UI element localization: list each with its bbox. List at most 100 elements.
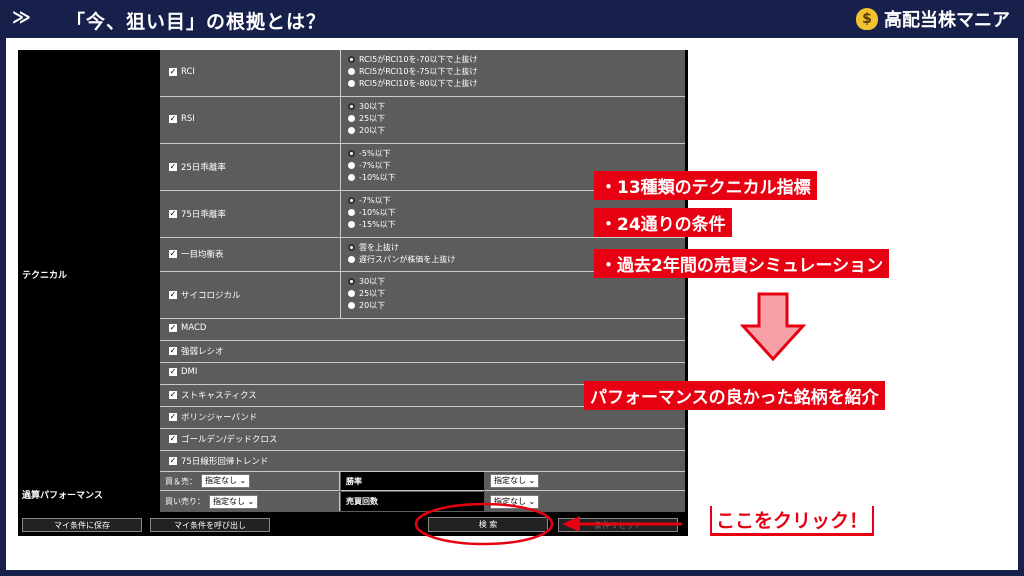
radio-button-icon[interactable] <box>348 102 355 110</box>
indicator-checkbox[interactable]: ✓ ストキャスティクス <box>169 389 257 401</box>
checkmark-icon[interactable]: ✓ <box>169 391 177 399</box>
indicator-label: ボリンジャーバンド <box>181 413 258 423</box>
indicator-label: ゴールデン/デッドクロス <box>181 435 278 445</box>
checkmark-icon[interactable]: ✓ <box>169 457 177 465</box>
indicator-options: RCI5がRCI10を-70以下で上抜け RCI5がRCI10を-75以下で上抜け… <box>348 53 478 89</box>
radio-button-icon[interactable] <box>348 255 355 263</box>
indicator-row: ✓ MACD <box>160 319 685 341</box>
radio-button-icon[interactable] <box>348 196 355 204</box>
radio-option[interactable]: 20以下 <box>348 299 385 311</box>
indicator-row: ✓ サイコロジカル 30以下 25以下 20以下 <box>160 272 685 319</box>
load-conditions-button[interactable]: マイ条件を呼び出し <box>150 518 270 532</box>
buy-sell-select[interactable]: 指定なし ⌄ <box>201 474 251 488</box>
indicator-checkbox[interactable]: ✓ 強弱レシオ <box>169 345 224 357</box>
radio-option[interactable]: -7%以下 <box>348 159 396 171</box>
win-rate-select[interactable]: 指定なし ⌄ <box>490 474 540 488</box>
radio-button-icon[interactable] <box>348 173 355 181</box>
indicator-checkbox[interactable]: ✓ ボリンジャーバンド <box>169 411 257 423</box>
radio-button-icon[interactable] <box>348 55 355 63</box>
checkmark-icon[interactable]: ✓ <box>169 163 177 171</box>
indicator-checkbox[interactable]: ✓ 75日線形回帰トレンド <box>169 455 268 467</box>
section-title-technical: テクニカル <box>22 271 68 281</box>
indicator-options: 30以下 25以下 20以下 <box>348 275 385 311</box>
radio-option[interactable]: -10%以下 <box>348 171 396 183</box>
row-divider <box>340 272 341 318</box>
radio-option-label: -7%以下 <box>359 160 391 170</box>
radio-option[interactable]: RCI5がRCI10を-80以下で上抜け <box>348 77 478 89</box>
radio-button-icon[interactable] <box>348 243 355 251</box>
radio-option-label: RCI5がRCI10を-70以下で上抜け <box>359 54 478 64</box>
indicator-checkbox[interactable]: ✓ 25日乖離率 <box>169 161 226 173</box>
radio-button-icon[interactable] <box>348 289 355 297</box>
checkmark-icon[interactable]: ✓ <box>169 250 177 258</box>
radio-button-icon[interactable] <box>348 277 355 285</box>
radio-button-icon[interactable] <box>348 161 355 169</box>
radio-option-label: -10%以下 <box>359 172 396 182</box>
money-bag-icon: $ <box>856 8 878 30</box>
radio-option[interactable]: RCI5がRCI10を-75以下で上抜け <box>348 65 478 77</box>
buy-select[interactable]: 指定なし ⌄ <box>209 494 259 509</box>
indicator-checkbox[interactable]: ✓ RCI <box>169 67 195 77</box>
annotation-bullet-3: ・過去2年間の売買シミュレーション <box>594 249 890 278</box>
radio-option[interactable]: 25以下 <box>348 112 385 124</box>
indicator-options: -7%以下 -10%以下 -15%以下 <box>348 194 396 230</box>
radio-option-label: -10%以下 <box>359 207 396 217</box>
save-conditions-button[interactable]: マイ条件に保存 <box>22 518 142 532</box>
indicator-row: ✓ RSI 30以下 25以下 20以下 <box>160 97 685 144</box>
brand-name: 高配当株マニア <box>884 10 1010 31</box>
radio-option[interactable]: -10%以下 <box>348 206 396 218</box>
indicator-label: RCI <box>181 67 195 77</box>
indicator-checkbox[interactable]: ✓ 75日乖離率 <box>169 208 226 220</box>
indicator-checkbox[interactable]: ✓ ゴールデン/デッドクロス <box>169 433 277 445</box>
radio-option[interactable]: 遅行スパンが株価を上抜け <box>348 253 455 265</box>
indicator-checkbox[interactable]: ✓ サイコロジカル <box>169 289 241 301</box>
slide-body: テクニカル 過算パフォーマンス ✓ RCI RCI5がRCI10を-70以下で上抜け… <box>6 38 1018 570</box>
checkmark-icon[interactable]: ✓ <box>169 347 177 355</box>
radio-option[interactable]: 25以下 <box>348 287 385 299</box>
screening-form: テクニカル 過算パフォーマンス ✓ RCI RCI5がRCI10を-70以下で上抜け… <box>18 50 688 536</box>
radio-button-icon[interactable] <box>348 301 355 309</box>
row-divider <box>340 238 341 271</box>
radio-option[interactable]: RCI5がRCI10を-70以下で上抜け <box>348 53 478 65</box>
radio-option[interactable]: -5%以下 <box>348 147 396 159</box>
search-highlight-annotation <box>414 502 682 546</box>
indicator-row: ✓ ボリンジャーバンド <box>160 407 685 429</box>
checkmark-icon[interactable]: ✓ <box>169 291 177 299</box>
indicator-row: ✓ RCI RCI5がRCI10を-70以下で上抜け RCI5がRCI10を-75以下… <box>160 50 685 97</box>
indicator-label: MACD <box>181 323 207 333</box>
radio-button-icon[interactable] <box>348 149 355 157</box>
radio-option[interactable]: 30以下 <box>348 100 385 112</box>
checkmark-icon[interactable]: ✓ <box>169 368 177 376</box>
radio-button-icon[interactable] <box>348 67 355 75</box>
indicator-checkbox[interactable]: ✓ MACD <box>169 323 206 333</box>
checkmark-icon[interactable]: ✓ <box>169 68 177 76</box>
radio-button-icon[interactable] <box>348 126 355 134</box>
radio-option-label: RCI5がRCI10を-80以下で上抜け <box>359 78 478 88</box>
radio-button-icon[interactable] <box>348 208 355 216</box>
indicator-checkbox[interactable]: ✓ RSI <box>169 114 195 124</box>
indicator-label: サイコロジカル <box>181 291 241 301</box>
radio-button-icon[interactable] <box>348 114 355 122</box>
radio-button-icon[interactable] <box>348 220 355 228</box>
radio-button-icon[interactable] <box>348 79 355 87</box>
checkmark-icon[interactable]: ✓ <box>169 115 177 123</box>
annotation-bullet-1: ・13種類のテクニカル指標 <box>594 171 817 200</box>
indicator-options: -5%以下 -7%以下 -10%以下 <box>348 147 396 183</box>
radio-option[interactable]: 雲を上抜け <box>348 241 455 253</box>
indicator-row: ✓ ゴールデン/デッドクロス <box>160 429 685 451</box>
radio-option-label: 20以下 <box>359 125 386 135</box>
checkmark-icon[interactable]: ✓ <box>169 324 177 332</box>
radio-option[interactable]: -15%以下 <box>348 218 396 230</box>
radio-option[interactable]: -7%以下 <box>348 194 396 206</box>
checkmark-icon[interactable]: ✓ <box>169 210 177 218</box>
checkmark-icon[interactable]: ✓ <box>169 435 177 443</box>
radio-option[interactable]: 30以下 <box>348 275 385 287</box>
win-rate-label: 勝率 <box>346 476 362 486</box>
checkmark-icon[interactable]: ✓ <box>169 413 177 421</box>
indicator-checkbox[interactable]: ✓ DMI <box>169 367 197 377</box>
indicator-options: 雲を上抜け 遅行スパンが株価を上抜け <box>348 241 455 265</box>
radio-option[interactable]: 20以下 <box>348 124 385 136</box>
indicator-checkbox[interactable]: ✓ 一目均衡表 <box>169 248 224 260</box>
radio-option-label: 20以下 <box>359 300 386 310</box>
radio-option-label: 雲を上抜け <box>359 242 399 252</box>
